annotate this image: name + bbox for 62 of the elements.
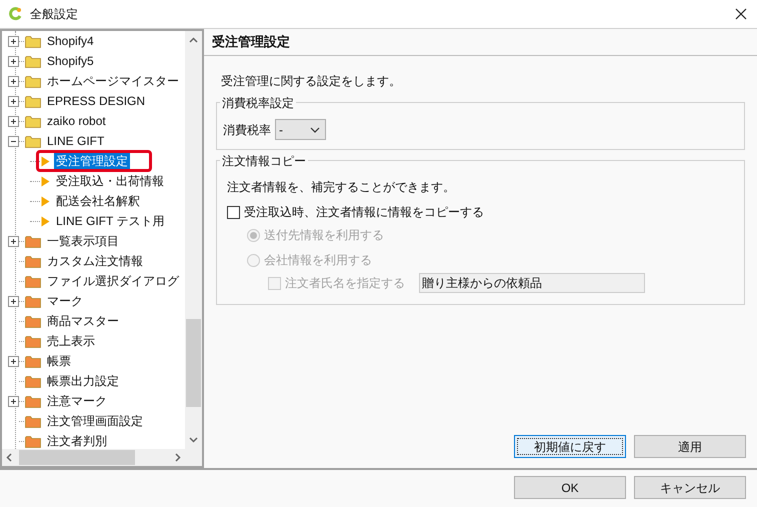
expand-icon[interactable] (8, 116, 19, 126)
scroll-right-icon[interactable] (175, 453, 181, 462)
tree-item[interactable]: LINE GIFT (45, 132, 106, 150)
tree-item[interactable]: 配送会社名解釈 (54, 192, 142, 210)
tree-item[interactable]: 注文管理画面設定 (45, 412, 145, 430)
expand-icon[interactable] (8, 96, 19, 106)
button[interactable]: OK (514, 476, 626, 499)
triangle-icon (41, 176, 50, 186)
group-legend: 消費税率設定 (220, 94, 296, 112)
triangle-icon (41, 156, 50, 166)
expand-icon[interactable] (8, 36, 19, 46)
note-text: 注文者情報を、補完することができます。 (227, 179, 456, 196)
horizontal-scrollbar[interactable] (2, 449, 185, 466)
tree-item[interactable]: 受注取込・出荷情報 (54, 172, 166, 190)
button[interactable]: キャンセル (634, 476, 746, 499)
scroll-left-icon[interactable] (6, 453, 12, 462)
tax-rate-label: 消費税率 (223, 122, 271, 138)
window-title: 全般設定 (30, 6, 78, 23)
tree-item[interactable]: 売上表示 (45, 332, 97, 350)
scrollbar-thumb[interactable] (186, 319, 201, 407)
tree-item[interactable]: Shopify5 (45, 52, 96, 70)
checkbox-label: 注文者氏名を指定する (285, 275, 405, 292)
scrollbar-thumb[interactable] (19, 450, 135, 465)
expand-icon[interactable] (8, 356, 19, 366)
expand-icon[interactable] (8, 236, 19, 246)
description-text: 受注管理に関する設定をします。 (221, 73, 402, 90)
tax-rate-dropdown[interactable]: - (275, 119, 326, 140)
tree-item[interactable]: マーク (45, 292, 85, 310)
tree-item[interactable]: zaiko robot (45, 112, 108, 130)
tree-item[interactable]: LINE GIFT テスト用 (54, 212, 166, 230)
expand-icon[interactable] (8, 396, 19, 406)
close-icon[interactable] (735, 8, 747, 20)
vertical-scrollbar[interactable] (185, 31, 202, 449)
tree-item[interactable]: ホームページマイスター (45, 72, 181, 90)
tree-item[interactable]: 注文者判別 (45, 432, 109, 449)
radio-label: 送付先情報を利用する (264, 227, 384, 244)
tree-item[interactable]: カスタム注文情報 (45, 252, 145, 270)
expand-icon[interactable] (8, 56, 19, 66)
tree-item[interactable]: 帳票出力設定 (45, 372, 121, 390)
tree-item[interactable]: Shopify4 (45, 32, 96, 50)
checkbox[interactable] (227, 206, 240, 218)
scroll-up-icon[interactable] (189, 37, 198, 43)
button[interactable]: 適用 (634, 435, 746, 458)
tree-item[interactable]: ファイル選択ダイアログ (45, 272, 181, 290)
tree-item[interactable]: 商品マスター (45, 312, 121, 330)
scroll-down-icon[interactable] (189, 437, 198, 443)
triangle-icon (41, 196, 50, 206)
tree-item[interactable]: 帳票 (45, 352, 73, 370)
expand-icon[interactable] (8, 76, 19, 86)
chevron-down-icon (310, 126, 320, 132)
collapse-icon[interactable] (8, 136, 19, 146)
group-legend: 注文情報コピー (220, 152, 308, 170)
triangle-icon (41, 216, 50, 226)
tree-item[interactable]: 一覧表示項目 (45, 232, 121, 250)
tree-item[interactable]: EPRESS DESIGN (45, 92, 148, 110)
button[interactable]: 初期値に戻す (514, 435, 626, 458)
checkbox-label: 受注取込時、注文者情報に情報をコピーする (244, 204, 484, 221)
expand-icon[interactable] (8, 296, 19, 306)
panel-heading: 受注管理設定 (204, 29, 757, 56)
radio-label: 会社情報を利用する (264, 252, 372, 269)
app-logo-icon (8, 7, 22, 21)
tree-item[interactable]: 注意マーク (45, 392, 109, 410)
